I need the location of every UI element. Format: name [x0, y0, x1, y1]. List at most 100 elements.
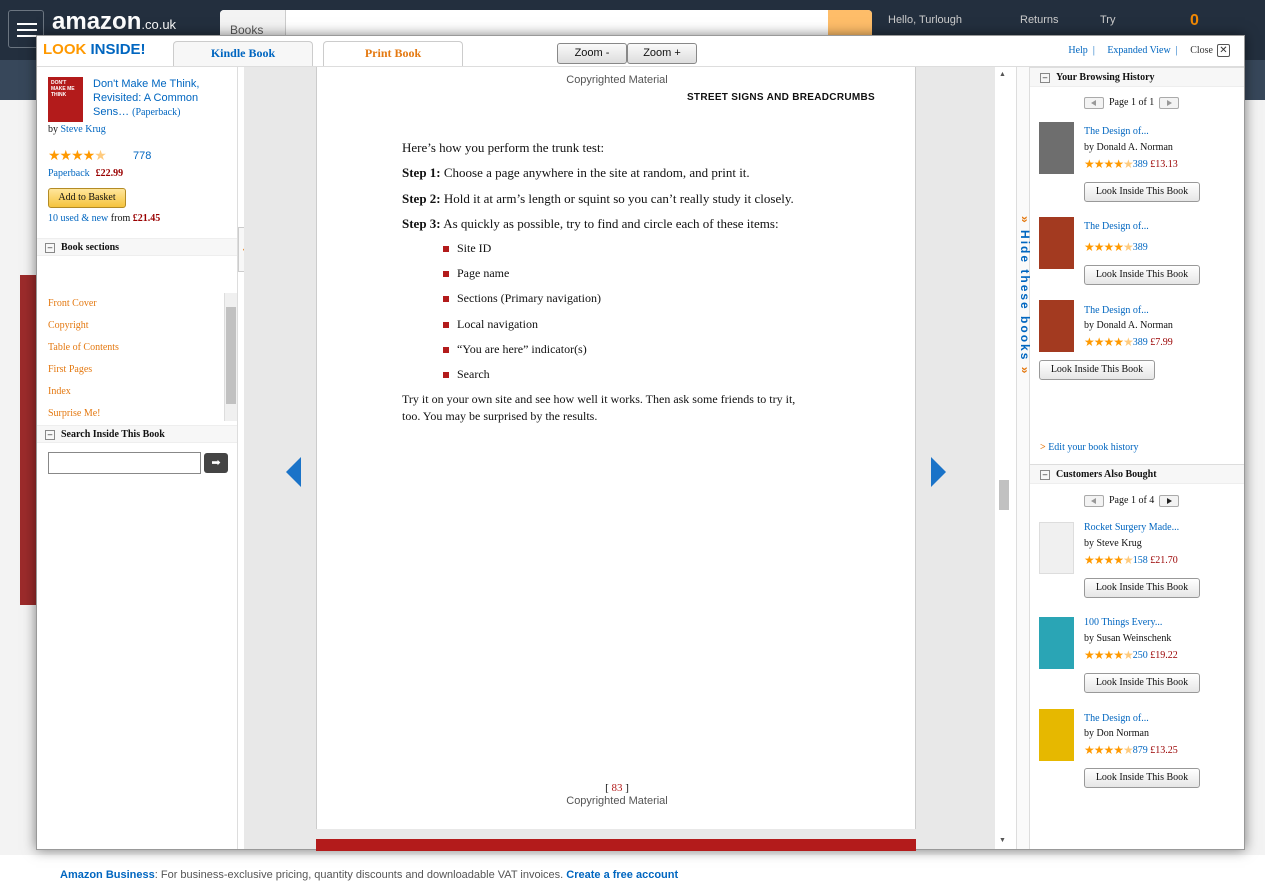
tab-print-book[interactable]: Print Book — [323, 41, 463, 66]
book-rating[interactable]: ★★★★★389 £7.99 — [1084, 336, 1173, 348]
section-first-pages[interactable]: First Pages — [48, 364, 92, 375]
sections-scrollbar[interactable] — [224, 293, 237, 421]
book-author: by Steve Krug — [1084, 538, 1142, 549]
copyright-watermark-top: Copyrighted Material — [566, 74, 668, 86]
add-to-basket-button[interactable]: Add to Basket — [48, 188, 126, 208]
book-title-link[interactable]: The Design of... — [1084, 305, 1149, 316]
book-rating[interactable]: ★★★★★879 £13.25 — [1084, 744, 1178, 756]
section-surprise-me[interactable]: Surprise Me! — [48, 408, 101, 419]
section-copyright[interactable]: Copyright — [48, 320, 89, 331]
section-table-of-contents[interactable]: Table of Contents — [48, 342, 119, 353]
business-banner: Amazon Business: For business-exclusive … — [60, 869, 679, 881]
tab-kindle-book[interactable]: Kindle Book — [173, 41, 313, 66]
section-front-cover[interactable]: Front Cover — [48, 298, 97, 309]
search-go-icon[interactable]: ➡ — [204, 453, 228, 473]
look-inside-button[interactable]: Look Inside This Book — [1084, 578, 1200, 598]
basket-count[interactable]: 0 — [1190, 12, 1199, 30]
collapse-icon[interactable]: – — [1040, 73, 1050, 83]
book-cover[interactable] — [1039, 217, 1074, 269]
look-inside-button[interactable]: Look Inside This Book — [1084, 673, 1200, 693]
used-new-offers: 10 used & new from £21.45 — [48, 213, 161, 224]
close-icon[interactable]: ✕ — [1217, 44, 1230, 57]
collapse-icon[interactable]: – — [45, 430, 55, 440]
book-page: Copyrighted Material STREET SIGNS AND BR… — [316, 67, 916, 829]
create-account-link[interactable]: Create a free account — [566, 869, 678, 881]
header-links: Help | Expanded View | Close ✕ — [1068, 44, 1230, 57]
look-inside-dialog: LOOK INSIDE! Kindle Book Print Book Zoom… — [36, 35, 1245, 851]
zoom-out-button[interactable]: Zoom - — [557, 43, 627, 64]
step-3: Step 3: As quickly as possible, try to f… — [402, 216, 779, 231]
used-new-link[interactable]: 10 used & new — [48, 213, 108, 224]
book-title-link[interactable]: 100 Things Every... — [1084, 617, 1162, 628]
bullet-item: Page name — [443, 266, 509, 281]
format-price: Paperback £22.99 — [48, 168, 123, 179]
look-inside-button[interactable]: Look Inside This Book — [1084, 265, 1200, 285]
author-link[interactable]: Steve Krug — [61, 124, 106, 135]
previous-page-arrow-icon[interactable] — [286, 457, 301, 487]
book-author: by Donald A. Norman — [1084, 142, 1173, 153]
book-cover[interactable] — [1039, 300, 1074, 352]
book-cover[interactable] — [1039, 122, 1074, 174]
zoom-in-button[interactable]: Zoom + — [627, 43, 697, 64]
bullet-item: Search — [443, 367, 490, 382]
browsing-history-header[interactable]: – Your Browsing History — [1030, 67, 1244, 87]
next-page-preview — [316, 839, 916, 851]
book-cover[interactable] — [1039, 522, 1074, 574]
book-title-link[interactable]: The Design of... — [1084, 126, 1149, 137]
viewer-scrollbar[interactable]: ▲ ▼ — [995, 67, 1010, 849]
book-cover-thumbnail[interactable]: DON'T MAKE ME THINK — [48, 77, 83, 122]
amazon-logo[interactable]: amazon.co.uk — [52, 8, 176, 36]
collapse-icon[interactable]: – — [45, 243, 55, 253]
book-cover[interactable] — [1039, 709, 1074, 761]
book-title-link[interactable]: Don't Make Me Think, Revisited: A Common… — [93, 77, 233, 120]
search-inside-header[interactable]: – Search Inside This Book — [37, 425, 237, 443]
next-page-icon[interactable] — [1159, 495, 1180, 507]
help-link[interactable]: Help — [1068, 45, 1087, 56]
section-index[interactable]: Index — [48, 386, 71, 397]
book-title-link[interactable]: Rocket Surgery Made... — [1084, 522, 1179, 533]
look-inside-button[interactable]: Look Inside This Book — [1084, 182, 1200, 202]
expanded-view-link[interactable]: Expanded View — [1107, 45, 1170, 56]
bullet-item: “You are here” indicator(s) — [443, 342, 587, 357]
book-rating[interactable]: ★★★★★389 £13.13 — [1084, 158, 1178, 170]
prev-page-icon[interactable] — [1084, 97, 1104, 109]
book-rating[interactable]: ★★★★★158 £21.70 — [1084, 554, 1178, 566]
book-sections-header[interactable]: – Book sections — [37, 238, 237, 256]
collapse-icon[interactable]: – — [1040, 470, 1050, 480]
look-inside-button[interactable]: Look Inside This Book — [1039, 360, 1155, 380]
also-bought-header[interactable]: – Customers Also Bought — [1030, 464, 1244, 484]
book-title-link[interactable]: The Design of... — [1084, 713, 1149, 724]
rating-stars[interactable]: ★★★★★ — [48, 150, 107, 164]
account-greeting[interactable]: Hello, Turlough — [888, 14, 962, 26]
edit-history-link[interactable]: > Edit your book history — [1040, 442, 1138, 453]
try-prime-link[interactable]: Try — [1100, 14, 1115, 26]
left-panel: DON'T MAKE ME THINK Don't Make Me Think,… — [37, 67, 238, 849]
history-pager: Page 1 of 1 — [1084, 97, 1194, 109]
next-page-icon[interactable] — [1159, 97, 1180, 109]
running-head: STREET SIGNS AND BREADCRUMBS — [686, 92, 875, 103]
price: £22.99 — [95, 168, 124, 179]
right-panel: – Your Browsing History Page 1 of 1 The D… — [1030, 67, 1244, 849]
also-bought-pager: Page 1 of 4 — [1084, 495, 1194, 507]
book-cover[interactable] — [1039, 617, 1074, 669]
prev-page-icon[interactable] — [1084, 495, 1104, 507]
next-page-arrow-icon[interactable] — [931, 457, 946, 487]
bullet-item: Sections (Primary navigation) — [443, 291, 601, 306]
book-rating[interactable]: ★★★★★389 — [1084, 241, 1148, 253]
page-viewer: Copyrighted Material STREET SIGNS AND BR… — [244, 67, 1010, 851]
bullet-item: Local navigation — [443, 317, 538, 332]
book-author: by Susan Weinschenk — [1084, 633, 1172, 644]
look-inside-button[interactable]: Look Inside This Book — [1084, 768, 1200, 788]
amazon-business-link[interactable]: Amazon Business — [60, 869, 155, 881]
returns-link[interactable]: Returns — [1020, 14, 1059, 26]
search-inside-input[interactable] — [48, 452, 201, 474]
close-link[interactable]: Close — [1190, 45, 1213, 56]
hide-books-strip[interactable] — [1016, 67, 1030, 849]
book-title-link[interactable]: The Design of... — [1084, 221, 1149, 232]
format-link[interactable]: Paperback — [48, 168, 90, 179]
look-inside-logo: LOOK INSIDE! — [43, 41, 146, 58]
page-intro: Here’s how you perform the trunk test: — [402, 140, 605, 155]
book-rating[interactable]: ★★★★★250 £19.22 — [1084, 649, 1178, 661]
closing-line-1: Try it on your own site and see how well… — [402, 392, 796, 406]
review-count-link[interactable]: 778 — [133, 150, 151, 162]
